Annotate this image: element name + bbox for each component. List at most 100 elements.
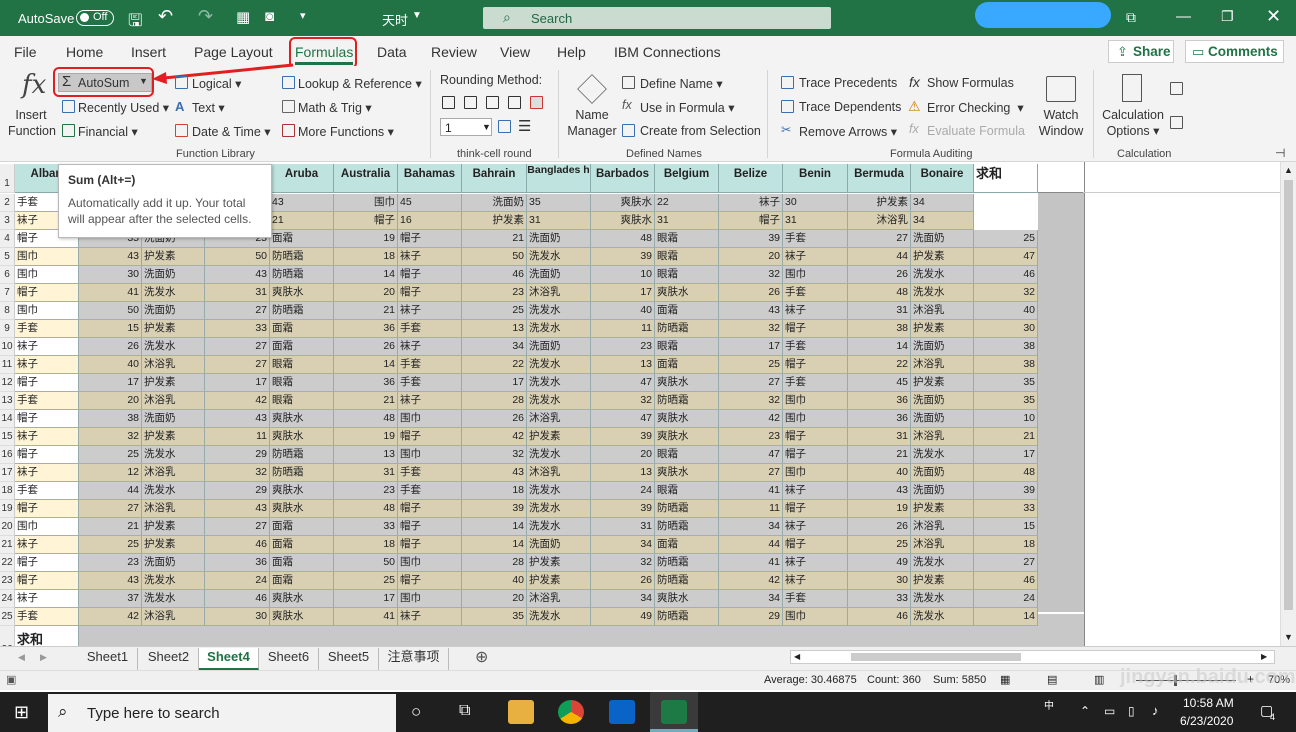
cell[interactable]: 32 <box>719 320 783 338</box>
cell[interactable]: 21 <box>462 230 527 248</box>
add-sheet-icon[interactable]: ⊕ <box>475 647 488 667</box>
scroll-left-icon[interactable]: ◀ <box>18 652 25 663</box>
cell[interactable]: 32 <box>974 284 1038 302</box>
cell[interactable]: 洗面奶 <box>911 464 974 482</box>
cell[interactable]: 护发素 <box>142 320 205 338</box>
cell[interactable]: 帽子 <box>719 212 783 230</box>
cell[interactable]: 25 <box>334 572 398 590</box>
cell[interactable]: 沐浴乳 <box>911 536 974 554</box>
cell[interactable]: 19 <box>334 428 398 446</box>
cell[interactable]: 26 <box>79 338 142 356</box>
cell[interactable]: 24 <box>205 572 270 590</box>
cell[interactable]: 面霜 <box>270 320 334 338</box>
cell[interactable]: 洗发水 <box>911 590 974 608</box>
cell[interactable]: 35 <box>527 194 591 212</box>
cell[interactable]: 洗发水 <box>527 248 591 266</box>
cell[interactable]: 面霜 <box>655 302 719 320</box>
cell[interactable]: 26 <box>848 518 911 536</box>
cell[interactable]: 爽肤水 <box>270 410 334 428</box>
cell[interactable]: 10 <box>974 410 1038 428</box>
cell[interactable]: 32 <box>462 446 527 464</box>
cell[interactable]: 袜子 <box>15 536 79 554</box>
cell[interactable]: 39 <box>462 500 527 518</box>
cell[interactable]: 20 <box>79 392 142 410</box>
cell[interactable]: 帽子 <box>783 446 848 464</box>
cell[interactable]: 32 <box>719 392 783 410</box>
cell[interactable]: 31 <box>783 212 848 230</box>
cell[interactable]: 34 <box>911 212 974 230</box>
cell[interactable]: 沐浴乳 <box>911 302 974 320</box>
cell[interactable]: 手套 <box>783 374 848 392</box>
cell[interactable]: 38 <box>79 410 142 428</box>
cell[interactable]: 沐浴乳 <box>911 518 974 536</box>
cell[interactable]: 30 <box>79 266 142 284</box>
outlook-icon[interactable] <box>609 700 635 724</box>
cell[interactable]: 28 <box>462 554 527 572</box>
pin-icon[interactable]: ⊣ <box>1275 146 1285 160</box>
cell[interactable]: 面霜 <box>270 230 334 248</box>
cell[interactable]: 沐浴乳 <box>848 212 911 230</box>
cell[interactable]: 35 <box>974 374 1038 392</box>
cell[interactable]: 35 <box>462 608 527 626</box>
cell[interactable]: 23 <box>79 554 142 572</box>
text-button[interactable]: Text ▾ <box>192 100 225 115</box>
row-header[interactable]: 22 <box>0 554 15 572</box>
cell[interactable]: 27 <box>205 356 270 374</box>
cell[interactable]: 25 <box>848 536 911 554</box>
row-header[interactable]: 16 <box>0 446 15 464</box>
cell[interactable]: 洗发水 <box>527 500 591 518</box>
cell[interactable]: 11 <box>591 320 655 338</box>
cell[interactable]: 防晒霜 <box>655 518 719 536</box>
cell[interactable]: 33 <box>974 500 1038 518</box>
cell[interactable]: 围巾 <box>783 410 848 428</box>
cell[interactable]: 帽子 <box>398 500 462 518</box>
define-name-button[interactable]: Define Name ▾ <box>640 76 723 91</box>
cell[interactable]: 11 <box>719 500 783 518</box>
cell[interactable]: 沐浴乳 <box>142 464 205 482</box>
cell[interactable]: 50 <box>205 248 270 266</box>
cell[interactable]: 27 <box>848 230 911 248</box>
cell[interactable]: 护发素 <box>911 374 974 392</box>
cell[interactable]: 洗发水 <box>527 392 591 410</box>
cell[interactable]: 洗面奶 <box>142 266 205 284</box>
cell[interactable]: 50 <box>462 248 527 266</box>
cell[interactable]: 手套 <box>783 590 848 608</box>
cell[interactable]: 19 <box>848 500 911 518</box>
cell[interactable]: 20 <box>334 284 398 302</box>
cell[interactable]: 22 <box>848 356 911 374</box>
cell[interactable]: 洗面奶 <box>142 554 205 572</box>
cell[interactable]: 防晒霜 <box>270 464 334 482</box>
cell[interactable]: 22 <box>655 194 719 212</box>
cell[interactable]: 25 <box>79 446 142 464</box>
cell[interactable]: 面霜 <box>270 338 334 356</box>
cell[interactable]: 爽肤水 <box>655 590 719 608</box>
scroll-down-icon[interactable]: ▼ <box>1284 632 1293 642</box>
cell[interactable]: 手套 <box>398 320 462 338</box>
cell[interactable]: 面霜 <box>655 536 719 554</box>
cell[interactable]: 帽子 <box>15 374 79 392</box>
cell[interactable]: 38 <box>974 356 1038 374</box>
form-icon[interactable]: ▦ <box>236 8 250 26</box>
cell[interactable]: 37 <box>79 590 142 608</box>
taskbar-search[interactable]: ⌕ Type here to search <box>48 694 396 732</box>
cell[interactable]: 围巾 <box>398 554 462 572</box>
tab-view[interactable]: View <box>500 44 530 60</box>
cell[interactable]: 21 <box>79 518 142 536</box>
cell[interactable]: 手套 <box>15 392 79 410</box>
cell[interactable]: 35 <box>974 392 1038 410</box>
cell[interactable]: 爽肤水 <box>270 500 334 518</box>
cell[interactable]: 帽子 <box>15 554 79 572</box>
share-button[interactable]: ⇪ Share <box>1108 40 1174 63</box>
cell[interactable]: 帽子 <box>398 284 462 302</box>
cell[interactable]: 沐浴乳 <box>911 428 974 446</box>
cell[interactable]: 防晒霜 <box>270 446 334 464</box>
cell[interactable]: 袜子 <box>15 338 79 356</box>
round-up-icon[interactable] <box>464 96 477 109</box>
cell[interactable]: 洗发水 <box>527 356 591 374</box>
cell[interactable]: 眼霜 <box>655 482 719 500</box>
row-header[interactable]: 17 <box>0 464 15 482</box>
cell[interactable]: 31 <box>591 518 655 536</box>
cell[interactable]: 沐浴乳 <box>527 284 591 302</box>
cell[interactable]: 洗发水 <box>142 590 205 608</box>
cell[interactable]: 26 <box>591 572 655 590</box>
